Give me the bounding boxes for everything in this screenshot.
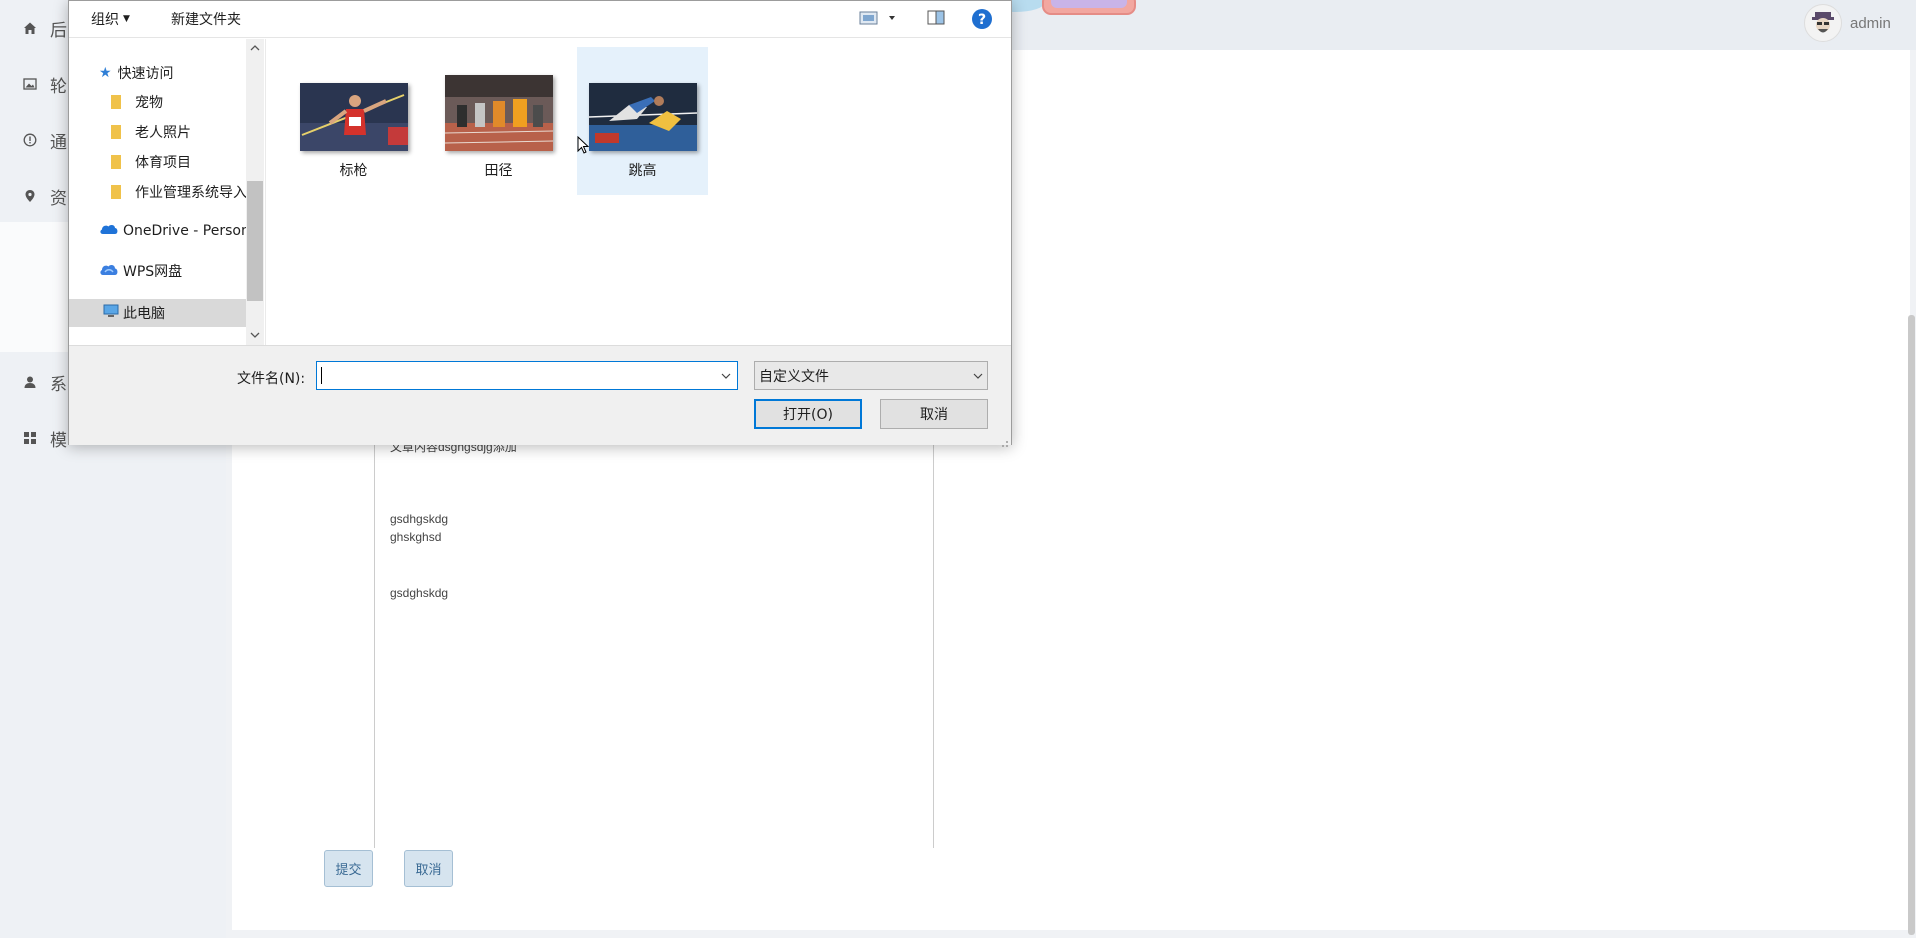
- file-type-value: 自定义文件: [759, 368, 829, 385]
- view-options-button[interactable]: [859, 9, 899, 31]
- nav-this-pc-label: 此电脑: [123, 306, 165, 322]
- rich-text-editor[interactable]: [374, 430, 934, 848]
- nav-folder-item[interactable]: 老人照片: [69, 118, 264, 146]
- nav-folder-item[interactable]: 体育项目: [69, 148, 264, 176]
- file-item-selected[interactable]: 跳高: [577, 47, 708, 195]
- folder-icon: [111, 155, 121, 169]
- file-thumbnail-track: [444, 75, 553, 151]
- new-folder-button[interactable]: 新建文件夹: [171, 9, 241, 29]
- nav-folder-label: 体育项目: [135, 155, 191, 171]
- organize-label: 组织: [91, 12, 119, 28]
- scroll-down-icon[interactable]: [246, 326, 264, 344]
- sidebar-item-resources[interactable]: 资: [22, 184, 67, 208]
- folder-icon: [111, 95, 121, 109]
- caret-down-icon: ▼: [123, 14, 130, 24]
- open-button[interactable]: 打开(O): [754, 399, 862, 429]
- user-name: admin: [1850, 14, 1891, 32]
- file-type-select[interactable]: 自定义文件: [754, 361, 988, 390]
- resize-grip-icon[interactable]: [999, 433, 1009, 447]
- sidebar-item-label: 资: [50, 188, 67, 208]
- info-circle-icon: [22, 132, 38, 148]
- file-item[interactable]: 标枪: [288, 47, 419, 195]
- filename-history-dropdown[interactable]: [715, 362, 737, 389]
- dialog-toolbar: 组织 ▼ 新建文件夹 ?: [69, 1, 1011, 38]
- editor-text-line: gsdhgskdg: [390, 512, 449, 526]
- sidebar-item-label: 轮: [50, 76, 67, 96]
- sidebar-item-label: 模: [50, 430, 67, 450]
- help-icon: ?: [972, 9, 992, 29]
- nav-folder-label: 作业管理系统导入: [135, 185, 247, 201]
- sidebar-item-modules[interactable]: 模: [22, 426, 67, 450]
- sidebar-item-label: 系: [50, 374, 67, 394]
- sidebar-item-system[interactable]: 系: [22, 370, 67, 394]
- sidebar-item-home[interactable]: 后: [22, 16, 67, 40]
- folder-icon: [111, 125, 121, 139]
- nav-this-pc[interactable]: 此电脑: [69, 299, 264, 327]
- sidebar-item-notice[interactable]: 通: [22, 128, 67, 152]
- wps-cloud-icon: [99, 262, 119, 280]
- sidebar-item-label: 后: [50, 20, 67, 40]
- nav-scrollbar[interactable]: [246, 39, 264, 345]
- nav-wps-label: WPS网盘: [123, 264, 183, 280]
- nav-onedrive-label: OneDrive - Personal: [123, 223, 263, 239]
- filename-label: 文件名(N):: [237, 371, 306, 387]
- nav-folder-item[interactable]: 作业管理系统导入: [69, 178, 264, 206]
- mouse-cursor-icon: [577, 135, 590, 158]
- file-thumbnail-high-jump: [588, 83, 697, 151]
- nav-quick-access[interactable]: ★ 快速访问: [69, 59, 264, 87]
- avatar: [1804, 4, 1842, 42]
- dialog-cancel-button[interactable]: 取消: [880, 399, 988, 429]
- file-thumbnail-javelin: [299, 83, 408, 151]
- preview-pane-button[interactable]: [927, 9, 945, 31]
- chevron-down-icon: [973, 362, 983, 389]
- navigation-pane: ★ 快速访问 宠物 老人照片 体育项目 作业管理系统导入 OneDrive - …: [69, 39, 264, 345]
- cloud-icon: [99, 223, 119, 239]
- file-list-pane: 标枪 田径 跳高: [265, 39, 1010, 345]
- editor-text-line: gsdghskdg: [390, 586, 449, 600]
- nav-folder-label: 老人照片: [135, 125, 191, 141]
- organize-button[interactable]: 组织 ▼: [91, 9, 130, 29]
- file-name: 跳高: [628, 163, 657, 179]
- nav-onedrive[interactable]: OneDrive - Personal: [69, 217, 264, 245]
- image-icon: [22, 76, 38, 92]
- sidebar-item-label: 通: [50, 132, 67, 152]
- nav-folder-label: 宠物: [135, 95, 163, 111]
- user-menu[interactable]: admin: [1804, 4, 1891, 42]
- text-caret: [321, 367, 322, 384]
- filename-input[interactable]: [316, 361, 738, 390]
- computer-icon: [103, 304, 119, 322]
- svg-text:?: ?: [978, 12, 986, 28]
- folder-icon: [111, 185, 121, 199]
- view-icon: [859, 11, 895, 25]
- sidebar-item-carousel[interactable]: 轮: [22, 72, 67, 96]
- help-button[interactable]: ?: [971, 8, 993, 34]
- scroll-up-icon[interactable]: [246, 39, 264, 57]
- file-item[interactable]: 田径: [433, 47, 564, 195]
- preview-pane-icon: [927, 10, 945, 25]
- star-icon: ★: [99, 65, 112, 81]
- file-open-dialog: 组织 ▼ 新建文件夹 ? ★ 快速访问 宠物 老人照片 体育项目 作业管理系统导…: [68, 0, 1012, 447]
- page-scrollbar[interactable]: [1908, 315, 1915, 935]
- home-icon: [22, 20, 38, 36]
- editor-text-line: ghskghsd: [390, 530, 442, 544]
- cancel-button[interactable]: 取消: [404, 850, 453, 887]
- nav-wps-drive[interactable]: WPS网盘: [69, 257, 264, 285]
- file-name: 标枪: [339, 163, 368, 179]
- nav-scroll-thumb[interactable]: [247, 181, 263, 301]
- nav-quick-access-label: 快速访问: [117, 66, 174, 82]
- nav-folder-item[interactable]: 宠物: [69, 88, 264, 116]
- file-name: 田径: [484, 163, 513, 179]
- dialog-footer: 文件名(N): 自定义文件 打开(O) 取消: [69, 345, 1011, 447]
- location-pin-icon: [22, 188, 38, 204]
- user-icon: [22, 374, 38, 390]
- grid-icon: [22, 430, 38, 446]
- submit-button[interactable]: 提交: [324, 850, 373, 887]
- chevron-down-icon: [721, 373, 731, 379]
